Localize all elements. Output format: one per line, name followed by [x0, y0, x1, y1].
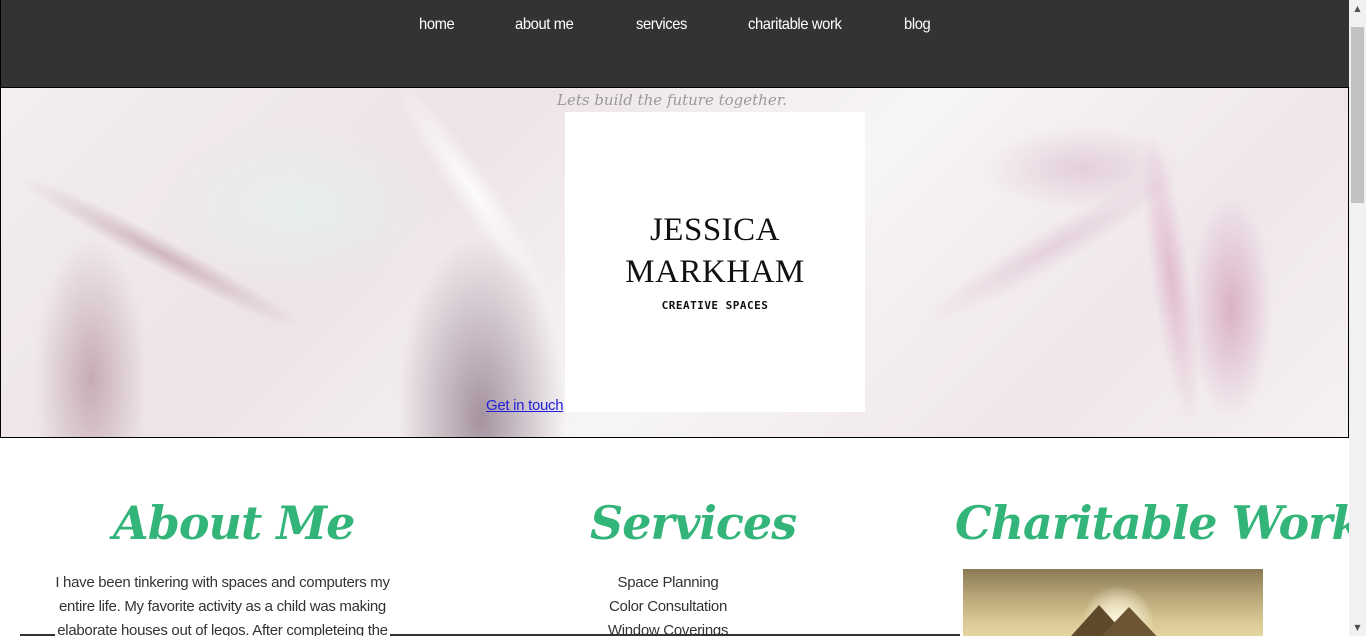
logo-first-name: JESSICA: [649, 212, 781, 248]
hero-banner: Lets build the future together. JESSICA …: [0, 87, 1349, 438]
marble-streak: [911, 155, 1191, 341]
marble-streak: [380, 88, 562, 306]
brand-logo: JESSICA MARKHAM CREATIVE SPACES: [565, 112, 865, 412]
hero-tagline: Lets build the future together.: [557, 91, 788, 109]
page: home about me services charitable work b…: [0, 0, 1366, 636]
logo-subtitle: CREATIVE SPACES: [661, 299, 769, 312]
scroll-down-arrow-icon[interactable]: ▼: [1349, 619, 1366, 636]
scrollbar-thumb[interactable]: [1351, 27, 1364, 203]
services-heading: Services: [590, 496, 797, 550]
services-list: Space Planning Color Consultation Window…: [568, 571, 768, 636]
top-nav: home about me services charitable work b…: [0, 0, 1349, 87]
nav-item-about-me[interactable]: about me: [515, 16, 574, 34]
marble-streak: [12, 164, 310, 342]
nav-item-home[interactable]: home: [419, 16, 455, 34]
logo-last-name: MARKHAM: [625, 254, 805, 290]
marble-streak: [1130, 126, 1212, 430]
get-in-touch-link[interactable]: Get in touch: [486, 397, 564, 414]
about-me-heading: About Me: [113, 496, 355, 550]
service-item-space-planning: Space Planning: [617, 574, 719, 591]
about-me-text: I have been tinkering with spaces and co…: [55, 574, 390, 636]
charitable-work-image: [963, 569, 1263, 636]
nav-item-blog[interactable]: blog: [904, 16, 931, 34]
scroll-up-arrow-icon[interactable]: ▲: [1349, 0, 1366, 17]
mountain-peak: [1093, 607, 1165, 636]
service-item-color-consultation: Color Consultation: [609, 598, 727, 615]
vertical-scrollbar[interactable]: ▲ ▼: [1349, 0, 1366, 636]
nav-item-services[interactable]: services: [636, 16, 687, 34]
nav-item-charitable-work[interactable]: charitable work: [748, 16, 842, 34]
charitable-work-heading: Charitable Work: [955, 496, 1363, 550]
